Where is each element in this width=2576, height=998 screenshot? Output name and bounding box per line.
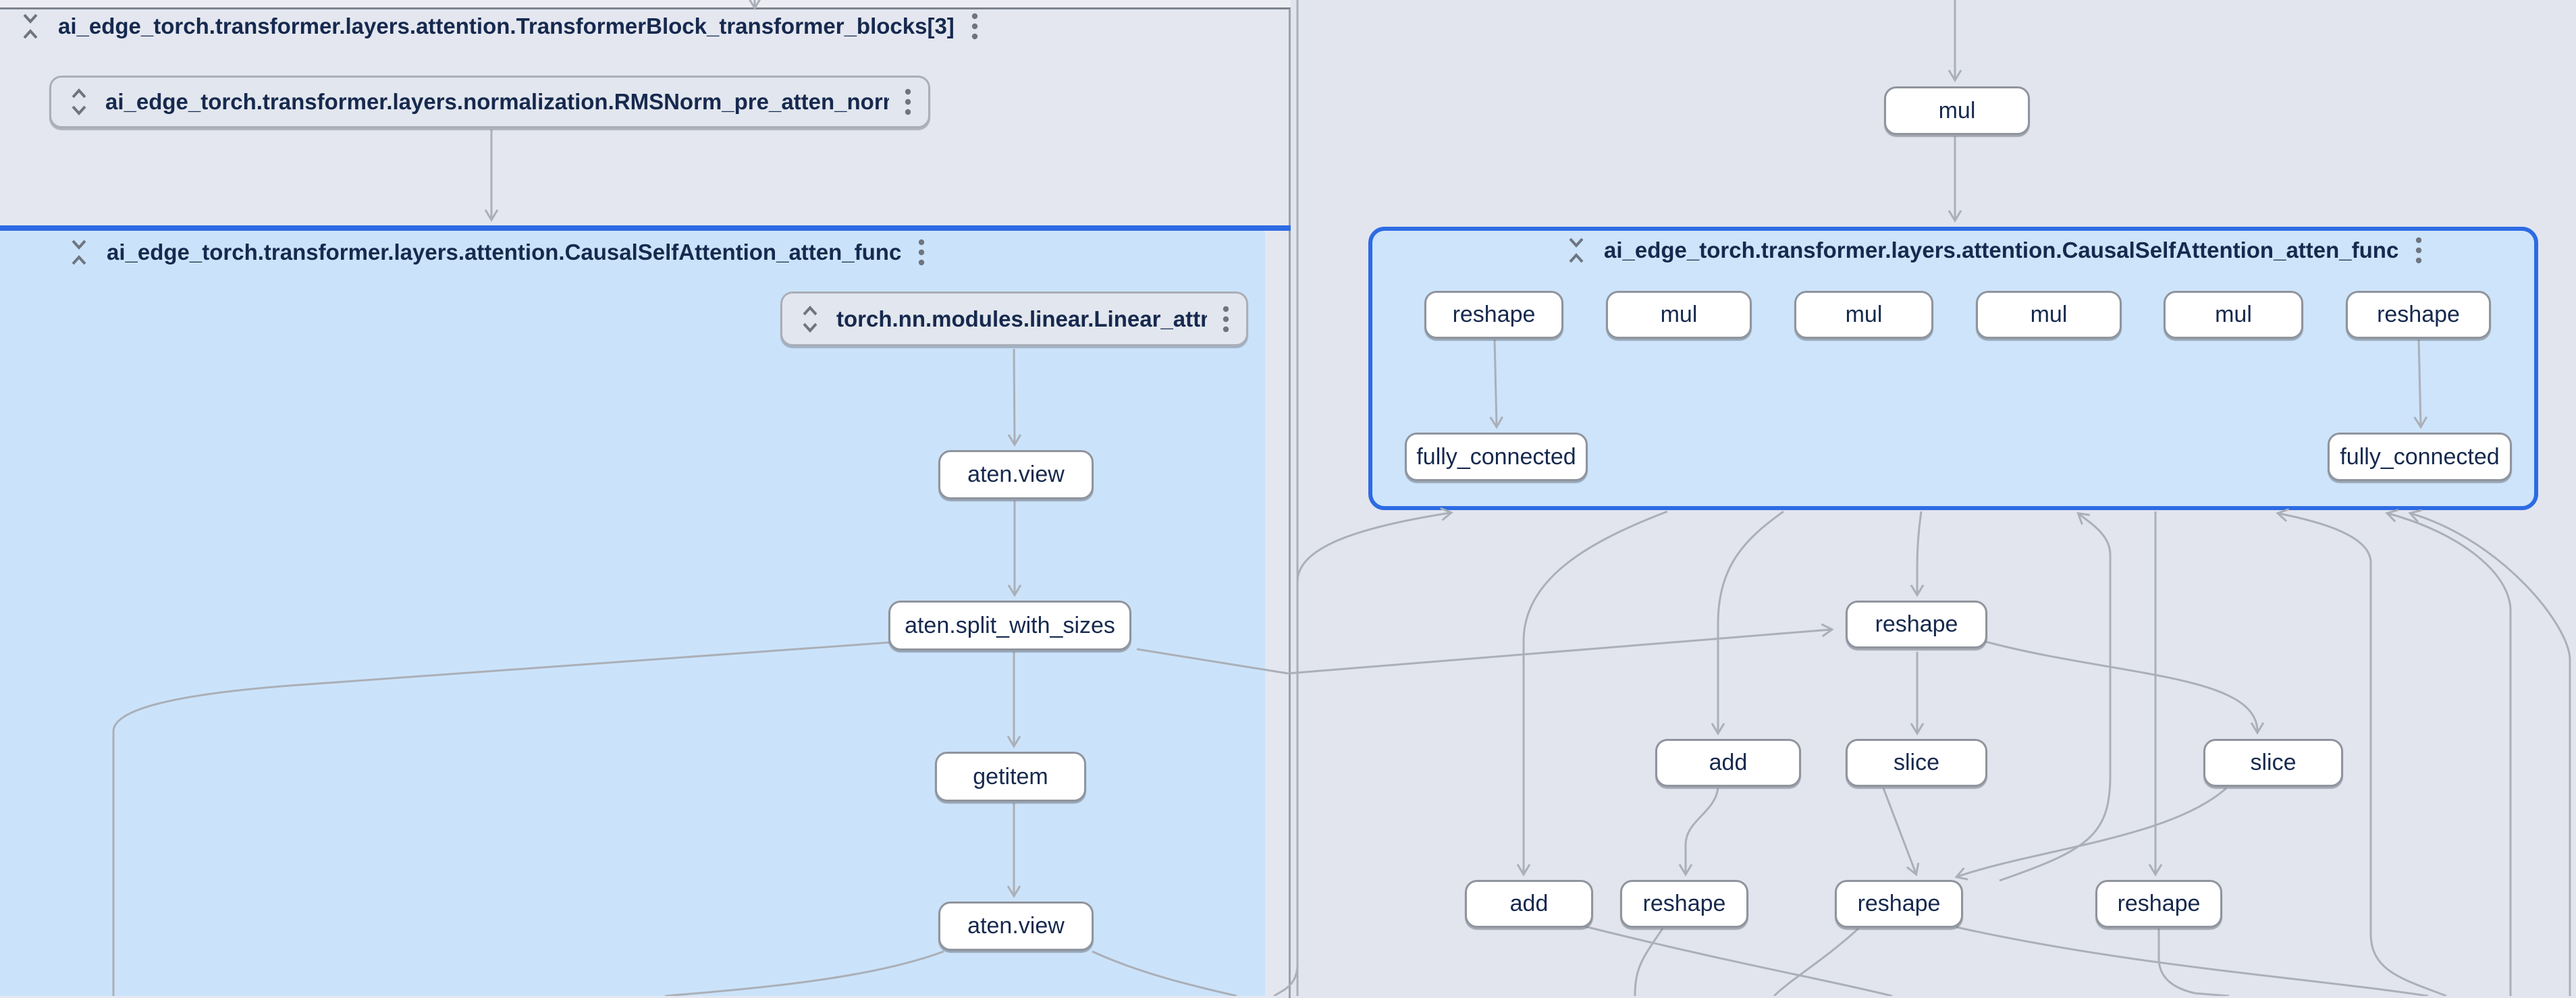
graph-edge [1524,511,1667,873]
op-node-aten-view[interactable]: aten.view [938,902,1094,951]
graph-edge [2419,339,2421,426]
kebab-menu-icon[interactable] [917,237,925,268]
graph-edge [1137,630,1831,673]
collapse-icon[interactable] [1565,235,1588,266]
graph-canvas[interactable]: ai_edge_torch.transformer.layers.attenti… [0,0,2576,996]
layer-node-rmsnorm[interactable]: ai_edge_torch.transformer.layers.normali… [49,76,930,128]
graph-edge [2388,514,2511,996]
op-node-slice[interactable]: slice [2203,739,2343,787]
graph-edge [1274,0,1297,996]
graph-edge [1883,788,1916,873]
op-node-getitem[interactable]: getitem [935,752,1086,802]
graph-edge [665,951,944,996]
op-node-aten-split-with-sizes[interactable]: aten.split_with_sizes [888,601,1131,650]
op-node-mul[interactable]: mul [1976,291,2122,339]
group-causal-self-attention-left-selected-border [0,225,1291,231]
edge-layer [0,0,2576,996]
graph-edge [1092,951,1237,996]
op-node-reshape[interactable]: reshape [1835,880,1963,928]
op-node-mul[interactable]: mul [1884,86,2030,135]
graph-edge [1958,788,2226,877]
kebab-menu-icon[interactable] [971,11,979,42]
kebab-menu-icon[interactable] [2415,235,2423,266]
graph-edge [113,642,890,996]
group-title: ai_edge_torch.transformer.layers.attenti… [107,240,901,265]
op-node-mul[interactable]: mul [2164,291,2303,339]
graph-edge [1014,349,1015,443]
op-node-add[interactable]: add [1465,880,1593,928]
graph-edge [1983,641,2257,731]
expand-icon[interactable] [799,304,822,335]
graph-edge [2000,514,2110,881]
graph-edge [1297,513,1450,996]
group-title: ai_edge_torch.transformer.layers.attenti… [1604,238,2398,263]
graph-edge [1495,339,1497,426]
op-node-reshape[interactable]: reshape [2346,291,2491,339]
layer-node-linear-attn[interactable]: torch.nn.modules.linear.Linear_attn [780,292,1248,346]
op-node-fully-connected[interactable]: fully_connected [2328,433,2512,481]
kebab-menu-icon[interactable] [1222,304,1230,335]
layer-node-label: torch.nn.modules.linear.Linear_attn [836,306,1207,332]
op-node-reshape[interactable]: reshape [1620,880,1748,928]
layer-node-label: ai_edge_torch.transformer.layers.normali… [105,89,889,115]
op-node-reshape[interactable]: reshape [2095,880,2222,928]
op-node-reshape[interactable]: reshape [1424,291,1563,339]
op-node-slice[interactable]: slice [1846,739,1987,787]
collapse-icon[interactable] [19,11,42,42]
op-node-fully-connected[interactable]: fully_connected [1405,433,1588,481]
collapse-icon[interactable] [68,237,90,268]
graph-edge [1718,511,1783,732]
graph-edge [1686,788,1718,873]
graph-edge [2411,514,2570,996]
graph-edge [2159,928,2229,996]
kebab-menu-icon[interactable] [904,86,912,117]
group-header-causal-self-attention-left[interactable]: ai_edge_torch.transformer.layers.attenti… [68,236,959,269]
op-node-add[interactable]: add [1655,739,1801,787]
op-node-reshape[interactable]: reshape [1846,601,1987,648]
graph-edge [1585,926,1892,996]
group-title: ai_edge_torch.transformer.layers.attenti… [58,13,955,39]
op-node-aten-view[interactable]: aten.view [938,450,1094,499]
op-node-mul[interactable]: mul [1606,291,1752,339]
graph-edge [1956,927,2428,996]
graph-edge [1917,511,1921,594]
expand-icon[interactable] [68,86,90,117]
op-node-mul[interactable]: mul [1794,291,1933,339]
group-header-causal-self-attention-right[interactable]: ai_edge_torch.transformer.layers.attenti… [1565,234,2361,267]
group-header-transformer-block[interactable]: ai_edge_torch.transformer.layers.attenti… [19,10,977,43]
